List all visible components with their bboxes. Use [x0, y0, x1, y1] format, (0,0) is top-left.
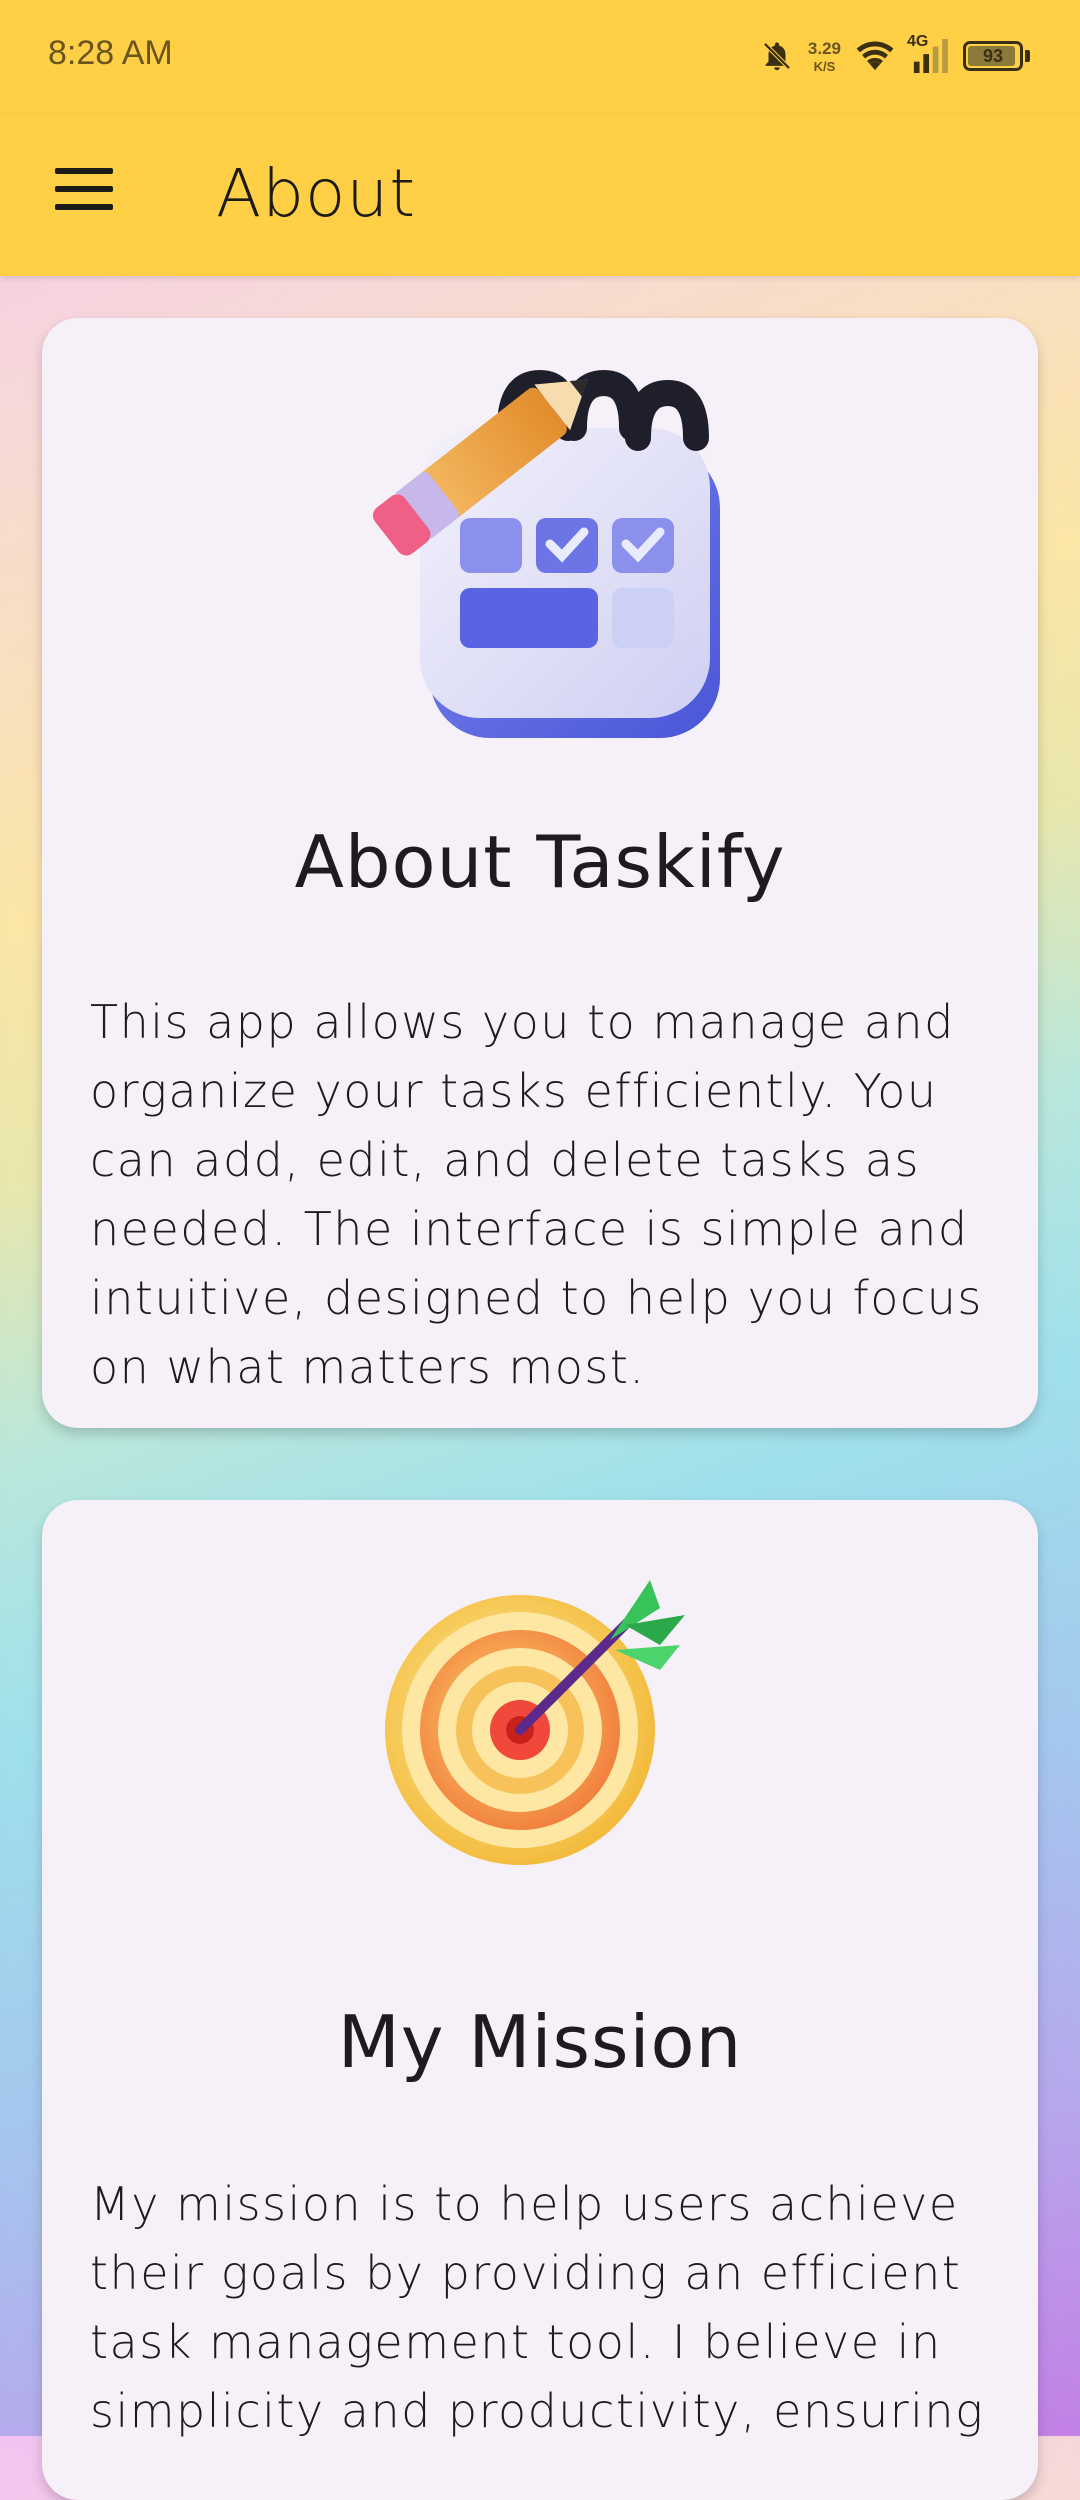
- mission-card: My Mission My mission is to help users a…: [42, 1500, 1038, 2500]
- network-speed-value: 3.29: [807, 38, 841, 58]
- network-speed: 3.29 K/S: [808, 40, 841, 73]
- status-bar: 8:28 AM 3.29 K/S 4G 93: [0, 0, 1080, 115]
- hamburger-menu-button[interactable]: [38, 143, 130, 235]
- app-bar: About: [0, 115, 1080, 276]
- signal-icon: 4G: [907, 33, 949, 73]
- hamburger-menu-icon: [55, 168, 113, 210]
- network-speed-unit: K/S: [813, 58, 836, 74]
- wifi-icon: [855, 39, 895, 73]
- status-icons: 3.29 K/S 4G 93: [760, 33, 1030, 78]
- card-heading: My Mission: [337, 2000, 743, 2084]
- card-body-text: My mission is to help users achieve thei…: [90, 2177, 985, 2438]
- target-dart-icon: [42, 1570, 1038, 1870]
- network-type-label: 4G: [907, 33, 929, 50]
- battery: 93: [963, 41, 1023, 71]
- battery-level: 93: [982, 45, 1004, 66]
- status-time: 8:28 AM: [48, 34, 173, 72]
- about-card: About Taskify This app allows you to man…: [42, 318, 1038, 1428]
- battery-icon: 93: [963, 41, 1030, 71]
- card-body-text: This app allows you to manage and organi…: [90, 995, 983, 1394]
- page-title: About: [216, 155, 417, 232]
- battery-tip: [1025, 50, 1030, 62]
- calendar-checklist-pencil-icon: [42, 368, 1038, 748]
- card-heading: About Taskify: [294, 820, 786, 904]
- bell-muted-icon: [760, 39, 794, 73]
